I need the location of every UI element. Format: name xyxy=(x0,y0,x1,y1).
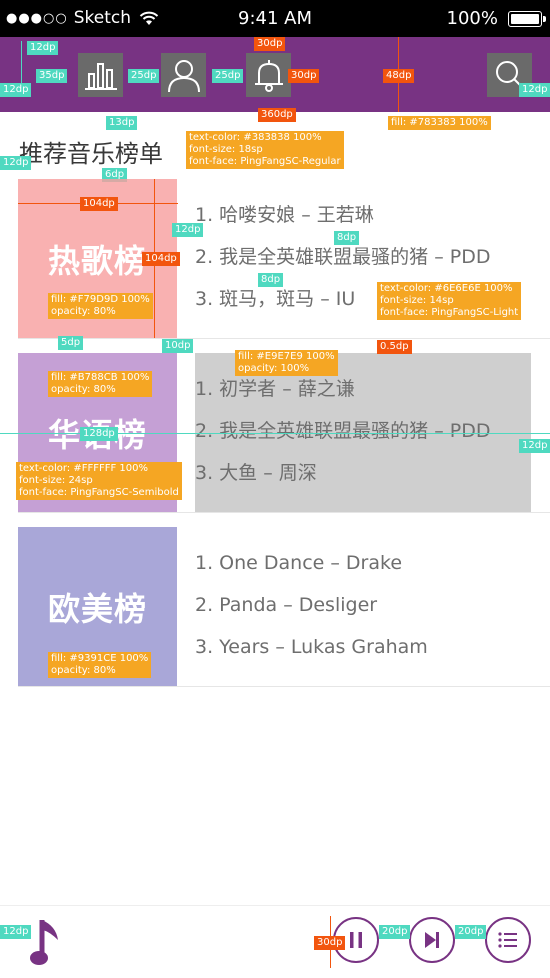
chart-title: 热歌榜 xyxy=(47,241,147,280)
spec-line: font-face: PingFangSC-Regular xyxy=(189,156,341,167)
spacing-label: 128dp xyxy=(80,427,118,441)
spacing-label: 48dp xyxy=(383,69,415,83)
spacing-label: 13dp xyxy=(106,116,138,130)
spacing-label: 12dp xyxy=(27,41,59,55)
spacing-label: 30dp xyxy=(254,37,286,51)
battery-level xyxy=(511,14,539,24)
player-bar: 12dp 30dp 20dp 20dp xyxy=(0,905,550,978)
song-item[interactable]: 1. 哈喽安娘 – 王若琳 xyxy=(195,197,531,239)
chart-icon[interactable] xyxy=(78,53,123,97)
height-label: 104dp xyxy=(142,252,180,266)
playlist-icon xyxy=(498,932,517,948)
spacing-label: 30dp xyxy=(288,69,320,83)
spacing-label: 12dp xyxy=(519,83,550,97)
spec-line: fill: #F79D9D 100% xyxy=(51,294,150,305)
fill-spec: fill: #F79D9D 100% opacity: 80% xyxy=(48,293,153,319)
spacing-label: 12dp xyxy=(0,925,32,939)
spacing-label: 12dp xyxy=(0,83,32,97)
fill-spec: fill: #9391CE 100% opacity: 80% xyxy=(48,652,152,678)
spacing-label: 5dp xyxy=(58,336,84,350)
spec-line: font-size: 18sp xyxy=(189,144,263,155)
text-spec: text-color: #6E6E6E 100% font-size: 14sp… xyxy=(377,282,522,320)
spec-line: font-size: 24sp xyxy=(19,475,93,486)
spacing-label: 20dp xyxy=(379,925,411,939)
spacing-label: 25dp xyxy=(128,69,160,83)
battery-icon xyxy=(508,11,546,27)
spacing-label: 20dp xyxy=(455,925,487,939)
skip-next-icon xyxy=(425,932,439,948)
spacing-label: 35dp xyxy=(36,69,68,83)
text-spec: text-color: #FFFFFF 100% font-size: 24sp… xyxy=(16,462,182,500)
width-label: 104dp xyxy=(80,197,118,211)
spec-line: text-color: #6E6E6E 100% xyxy=(380,283,513,294)
song-item[interactable]: 3. Years – Lukas Graham xyxy=(195,629,531,671)
spacing-label: 25dp xyxy=(212,69,244,83)
song-list: 1. One Dance – Drake 2. Panda – Desliger… xyxy=(195,545,531,671)
chart-title: 欧美榜 xyxy=(47,589,147,628)
spacing-guide xyxy=(21,41,22,83)
user-icon[interactable] xyxy=(161,53,206,97)
spec-line: opacity: 80% xyxy=(51,306,116,317)
spacing-label: 10dp xyxy=(162,339,194,353)
spacing-label: 12dp xyxy=(0,156,32,170)
spacing-label: 30dp xyxy=(314,936,346,950)
spec-line: text-color: #FFFFFF 100% xyxy=(19,463,148,474)
text-spec: text-color: #383838 100% font-size: 18sp… xyxy=(186,131,344,169)
spec-line: opacity: 80% xyxy=(51,665,116,676)
fill-spec: fill: #B788CB 100% opacity: 80% xyxy=(48,371,153,397)
pause-icon xyxy=(350,932,362,948)
spacing-label: 8dp xyxy=(258,273,284,287)
next-button[interactable] xyxy=(409,917,455,963)
width-label: 360dp xyxy=(258,108,296,122)
spec-line: fill: #B788CB 100% xyxy=(51,372,150,383)
spec-line: text-color: #383838 100% xyxy=(189,132,322,143)
height-label: 0.5dp xyxy=(377,340,412,354)
spec-line: fill: #E9E7E9 100% xyxy=(238,351,335,362)
song-item[interactable]: 2. Panda – Desliger xyxy=(195,587,531,629)
spec-line: font-face: PingFangSC-Semibold xyxy=(19,487,179,498)
song-item[interactable]: 3. 大鱼 – 周深 xyxy=(195,455,531,497)
spec-line: opacity: 100% xyxy=(238,363,310,374)
spec-line: font-size: 14sp xyxy=(380,295,454,306)
fill-spec: fill: #E9E7E9 100% opacity: 100% xyxy=(235,350,338,376)
song-item[interactable]: 1. One Dance – Drake xyxy=(195,545,531,587)
spacing-label: 8dp xyxy=(334,231,360,245)
music-note-icon[interactable] xyxy=(30,914,64,970)
song-item[interactable]: 1. 初学者 – 薛之谦 xyxy=(195,371,531,413)
song-item[interactable]: 2. 我是全英雄联盟最骚的猪 – PDD xyxy=(195,239,531,281)
spec-line: opacity: 80% xyxy=(51,384,116,395)
page-title: 推荐音乐榜单 xyxy=(19,140,163,168)
bell-icon[interactable] xyxy=(246,53,291,97)
spec-line: font-face: PingFangSC-Light xyxy=(380,307,519,318)
spacing-label: 12dp xyxy=(519,439,550,453)
top-nav-bar: 12dp 12dp 35dp 25dp 25dp 30dp 30dp 48dp … xyxy=(0,37,550,112)
status-bar: ●●●○○ Sketch 9:41 AM 100% xyxy=(0,0,550,37)
spacing-label: 12dp xyxy=(172,223,204,237)
playlist-button[interactable] xyxy=(485,917,531,963)
battery-percent: 100% xyxy=(446,8,498,29)
spec-line: fill: #9391CE 100% xyxy=(51,653,149,664)
fill-label: fill: #783383 100% xyxy=(388,116,491,130)
song-item[interactable]: 2. 我是全英雄联盟最骚的猪 – PDD xyxy=(195,413,531,455)
